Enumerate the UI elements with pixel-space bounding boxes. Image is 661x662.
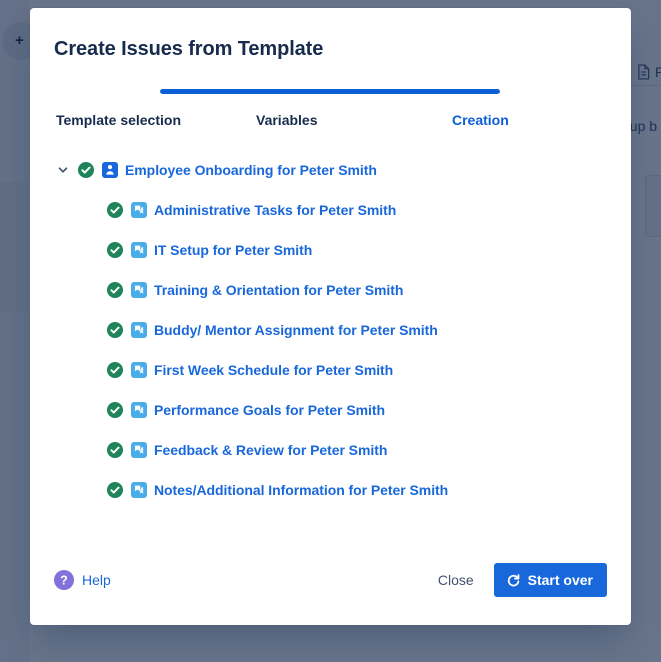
tree-row-parent: Employee Onboarding for Peter Smith (54, 158, 607, 182)
restart-icon (506, 573, 521, 588)
issue-link-child[interactable]: Training & Orientation for Peter Smith (154, 282, 403, 298)
modal-title: Create Issues from Template (30, 8, 631, 61)
tree-row-child: Feedback & Review for Peter Smith (54, 438, 607, 462)
modal-footer: ? Help Close Start over (30, 559, 631, 625)
issue-link-child[interactable]: Feedback & Review for Peter Smith (154, 442, 387, 458)
create-issues-modal: Create Issues from Template Template sel… (30, 8, 631, 625)
tree-row-child: Performance Goals for Peter Smith (54, 398, 607, 422)
tree-row-child: IT Setup for Peter Smith (54, 238, 607, 262)
help-link[interactable]: ? Help (54, 570, 111, 590)
step-variables[interactable]: Variables (256, 112, 452, 128)
story-icon (131, 402, 147, 418)
chevron-down-icon[interactable] (54, 161, 72, 179)
story-icon (131, 202, 147, 218)
story-icon (131, 322, 147, 338)
check-circle-icon (107, 442, 123, 458)
issue-link-child[interactable]: Notes/Additional Information for Peter S… (154, 482, 448, 498)
epic-icon (102, 162, 118, 178)
check-circle-icon (107, 202, 123, 218)
progress-track (160, 89, 500, 94)
question-circle-icon: ? (54, 570, 74, 590)
created-issues-tree: Employee Onboarding for Peter Smith Admi… (30, 128, 631, 559)
check-circle-icon (107, 322, 123, 338)
issue-link-child[interactable]: IT Setup for Peter Smith (154, 242, 312, 258)
story-icon (131, 282, 147, 298)
issue-link-parent[interactable]: Employee Onboarding for Peter Smith (125, 162, 377, 178)
check-circle-icon (107, 482, 123, 498)
check-circle-icon (78, 162, 94, 178)
issue-link-child[interactable]: First Week Schedule for Peter Smith (154, 362, 393, 378)
step-creation[interactable]: Creation (452, 112, 605, 128)
progress-fill (160, 89, 500, 94)
story-icon (131, 362, 147, 378)
issue-link-child[interactable]: Buddy/ Mentor Assignment for Peter Smith (154, 322, 438, 338)
close-button[interactable]: Close (426, 564, 486, 596)
tree-row-child: Buddy/ Mentor Assignment for Peter Smith (54, 318, 607, 342)
issue-link-child[interactable]: Administrative Tasks for Peter Smith (154, 202, 396, 218)
check-circle-icon (107, 242, 123, 258)
tree-row-child: Notes/Additional Information for Peter S… (54, 478, 607, 502)
help-label: Help (82, 572, 111, 588)
svg-text:?: ? (60, 574, 68, 588)
start-over-label: Start over (528, 572, 593, 588)
story-icon (131, 442, 147, 458)
story-icon (131, 242, 147, 258)
step-labels: Template selection Variables Creation (54, 112, 607, 128)
check-circle-icon (107, 362, 123, 378)
stepper: Template selection Variables Creation (30, 61, 631, 128)
check-circle-icon (107, 282, 123, 298)
step-template-selection[interactable]: Template selection (56, 112, 256, 128)
story-icon (131, 482, 147, 498)
tree-row-child: Training & Orientation for Peter Smith (54, 278, 607, 302)
tree-row-child: First Week Schedule for Peter Smith (54, 358, 607, 382)
issue-link-child[interactable]: Performance Goals for Peter Smith (154, 402, 385, 418)
tree-row-child: Administrative Tasks for Peter Smith (54, 198, 607, 222)
check-circle-icon (107, 402, 123, 418)
start-over-button[interactable]: Start over (494, 563, 607, 597)
